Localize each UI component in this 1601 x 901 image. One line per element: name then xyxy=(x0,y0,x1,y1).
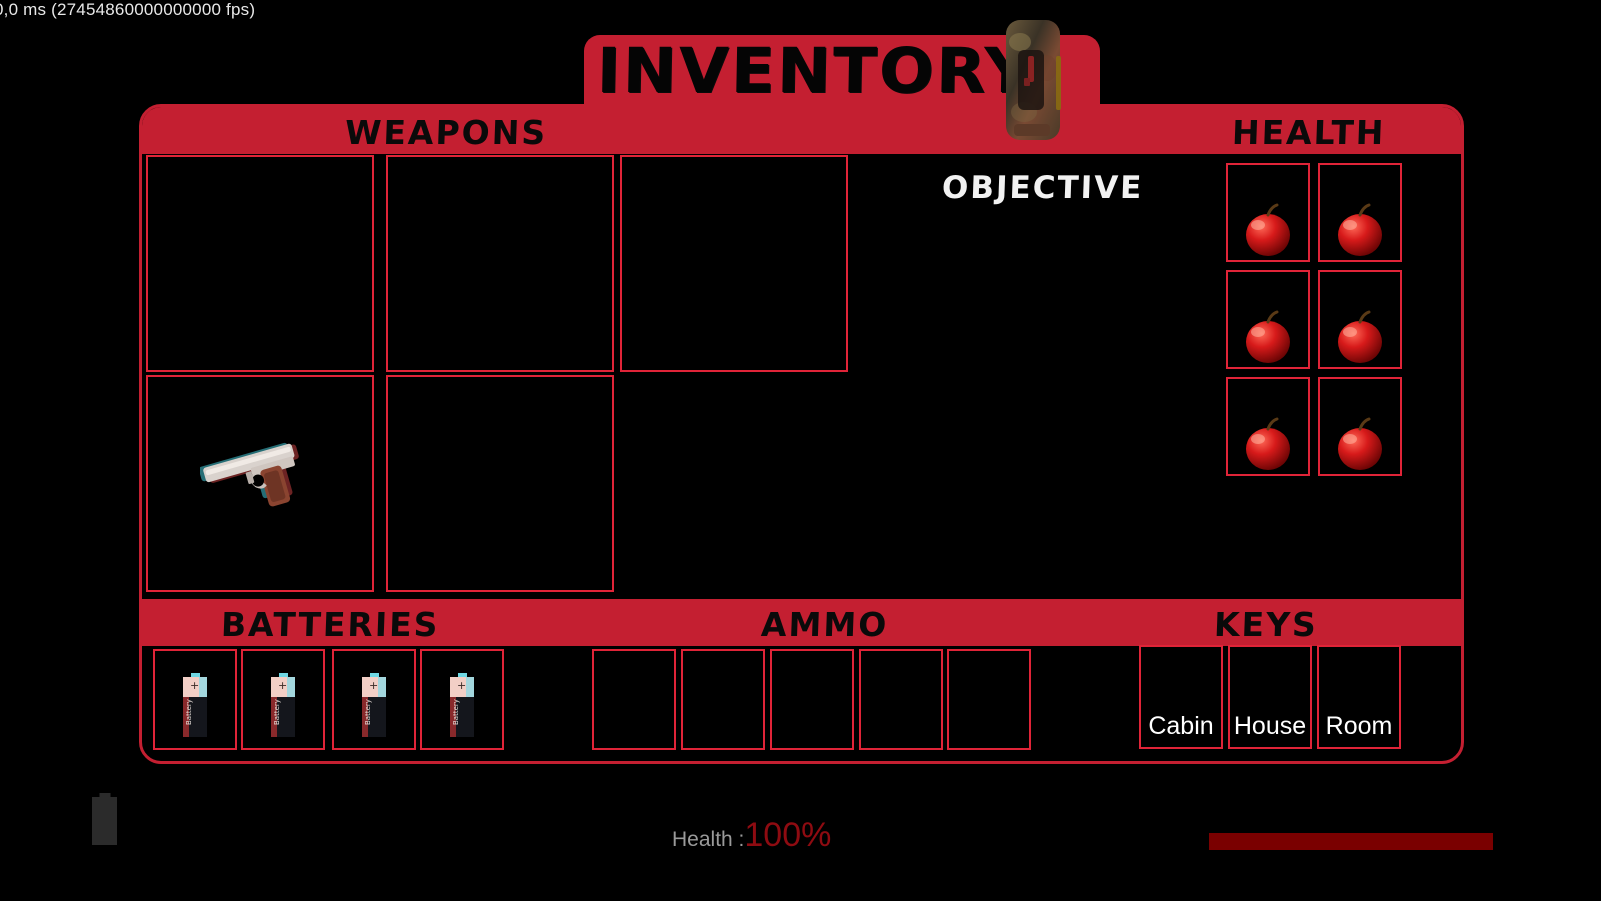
ammo-slot-0[interactable] xyxy=(592,649,676,750)
battery-icon: Battery + xyxy=(183,673,207,737)
battery-icon: Battery + xyxy=(362,673,386,737)
apple-icon xyxy=(1246,203,1290,256)
hud-status-bar-fill xyxy=(1209,833,1493,850)
apple-icon xyxy=(1338,203,1382,256)
battery-slot-0[interactable]: Battery + xyxy=(153,649,237,750)
health-slot-2[interactable] xyxy=(1226,270,1310,369)
batteries-section-header: BATTERIES xyxy=(220,605,441,644)
ammo-slot-2[interactable] xyxy=(770,649,854,750)
fps-counter: 0,0 ms (27454860000000000 fps) xyxy=(0,0,256,19)
apple-icon xyxy=(1246,417,1290,470)
health-slot-3[interactable] xyxy=(1318,270,1402,369)
svg-text:Battery: Battery xyxy=(364,699,372,725)
battery-slot-2[interactable]: Battery + xyxy=(332,649,416,750)
svg-text:Battery: Battery xyxy=(185,699,193,725)
apple-icon xyxy=(1338,417,1382,470)
battery-slot-1[interactable]: Battery + xyxy=(241,649,325,750)
svg-text:Battery: Battery xyxy=(452,699,460,725)
keys-section-header: KEYS xyxy=(1213,605,1319,644)
key-slot-label: Room xyxy=(1325,712,1393,740)
inventory-middle-header-bar: BATTERIES AMMO KEYS xyxy=(142,599,1461,646)
inventory-panel: WEAPONS HEALTH OBJECTIVE BATTERIES AMMO … xyxy=(139,104,1464,764)
hud-health-readout: Health :100% xyxy=(672,818,831,852)
health-slot-1[interactable] xyxy=(1318,163,1402,262)
key-slot-cabin[interactable]: Cabin xyxy=(1139,645,1223,749)
ammo-slot-1[interactable] xyxy=(681,649,765,750)
hud-health-label: Health : xyxy=(672,828,745,851)
ammo-slot-3[interactable] xyxy=(859,649,943,750)
battery-icon: Battery + xyxy=(450,673,474,737)
game-screen: 0,0 ms (27454860000000000 fps) INVENTORY… xyxy=(0,0,1601,901)
health-slot-0[interactable] xyxy=(1226,163,1310,262)
ammo-section-header: AMMO xyxy=(760,605,889,644)
apple-icon xyxy=(1338,310,1382,363)
health-section-header: HEALTH xyxy=(1231,113,1387,152)
svg-text:+: + xyxy=(369,679,378,692)
svg-text:Battery: Battery xyxy=(273,699,281,725)
key-slot-house[interactable]: House xyxy=(1228,645,1312,749)
weapon-slot-1[interactable] xyxy=(386,155,614,372)
hud-health-value: 100% xyxy=(744,816,832,854)
key-slot-label: House xyxy=(1233,712,1307,740)
svg-text:+: + xyxy=(278,679,287,692)
weapon-slot-2[interactable] xyxy=(620,155,848,372)
backpack-icon xyxy=(1006,20,1061,140)
hud-status-bar xyxy=(1209,833,1493,850)
key-slot-label: Cabin xyxy=(1148,712,1214,740)
battery-icon: Battery + xyxy=(271,673,295,737)
svg-text:+: + xyxy=(457,679,466,692)
apple-icon xyxy=(1246,310,1290,363)
weapon-slot-4[interactable] xyxy=(386,375,614,592)
objective-header: OBJECTIVE xyxy=(941,170,1144,206)
battery-indicator-icon xyxy=(92,797,117,845)
key-slot-room[interactable]: Room xyxy=(1317,645,1401,749)
health-slot-4[interactable] xyxy=(1226,377,1310,476)
health-slot-5[interactable] xyxy=(1318,377,1402,476)
weapons-section-header: WEAPONS xyxy=(344,113,548,152)
battery-slot-3[interactable]: Battery + xyxy=(420,649,504,750)
svg-text:+: + xyxy=(190,679,199,692)
ammo-slot-4[interactable] xyxy=(947,649,1031,750)
pistol-icon xyxy=(200,442,299,507)
weapon-slot-0[interactable] xyxy=(146,155,374,372)
page-title: INVENTORY xyxy=(595,34,1034,107)
weapon-slot-3[interactable] xyxy=(146,375,374,592)
